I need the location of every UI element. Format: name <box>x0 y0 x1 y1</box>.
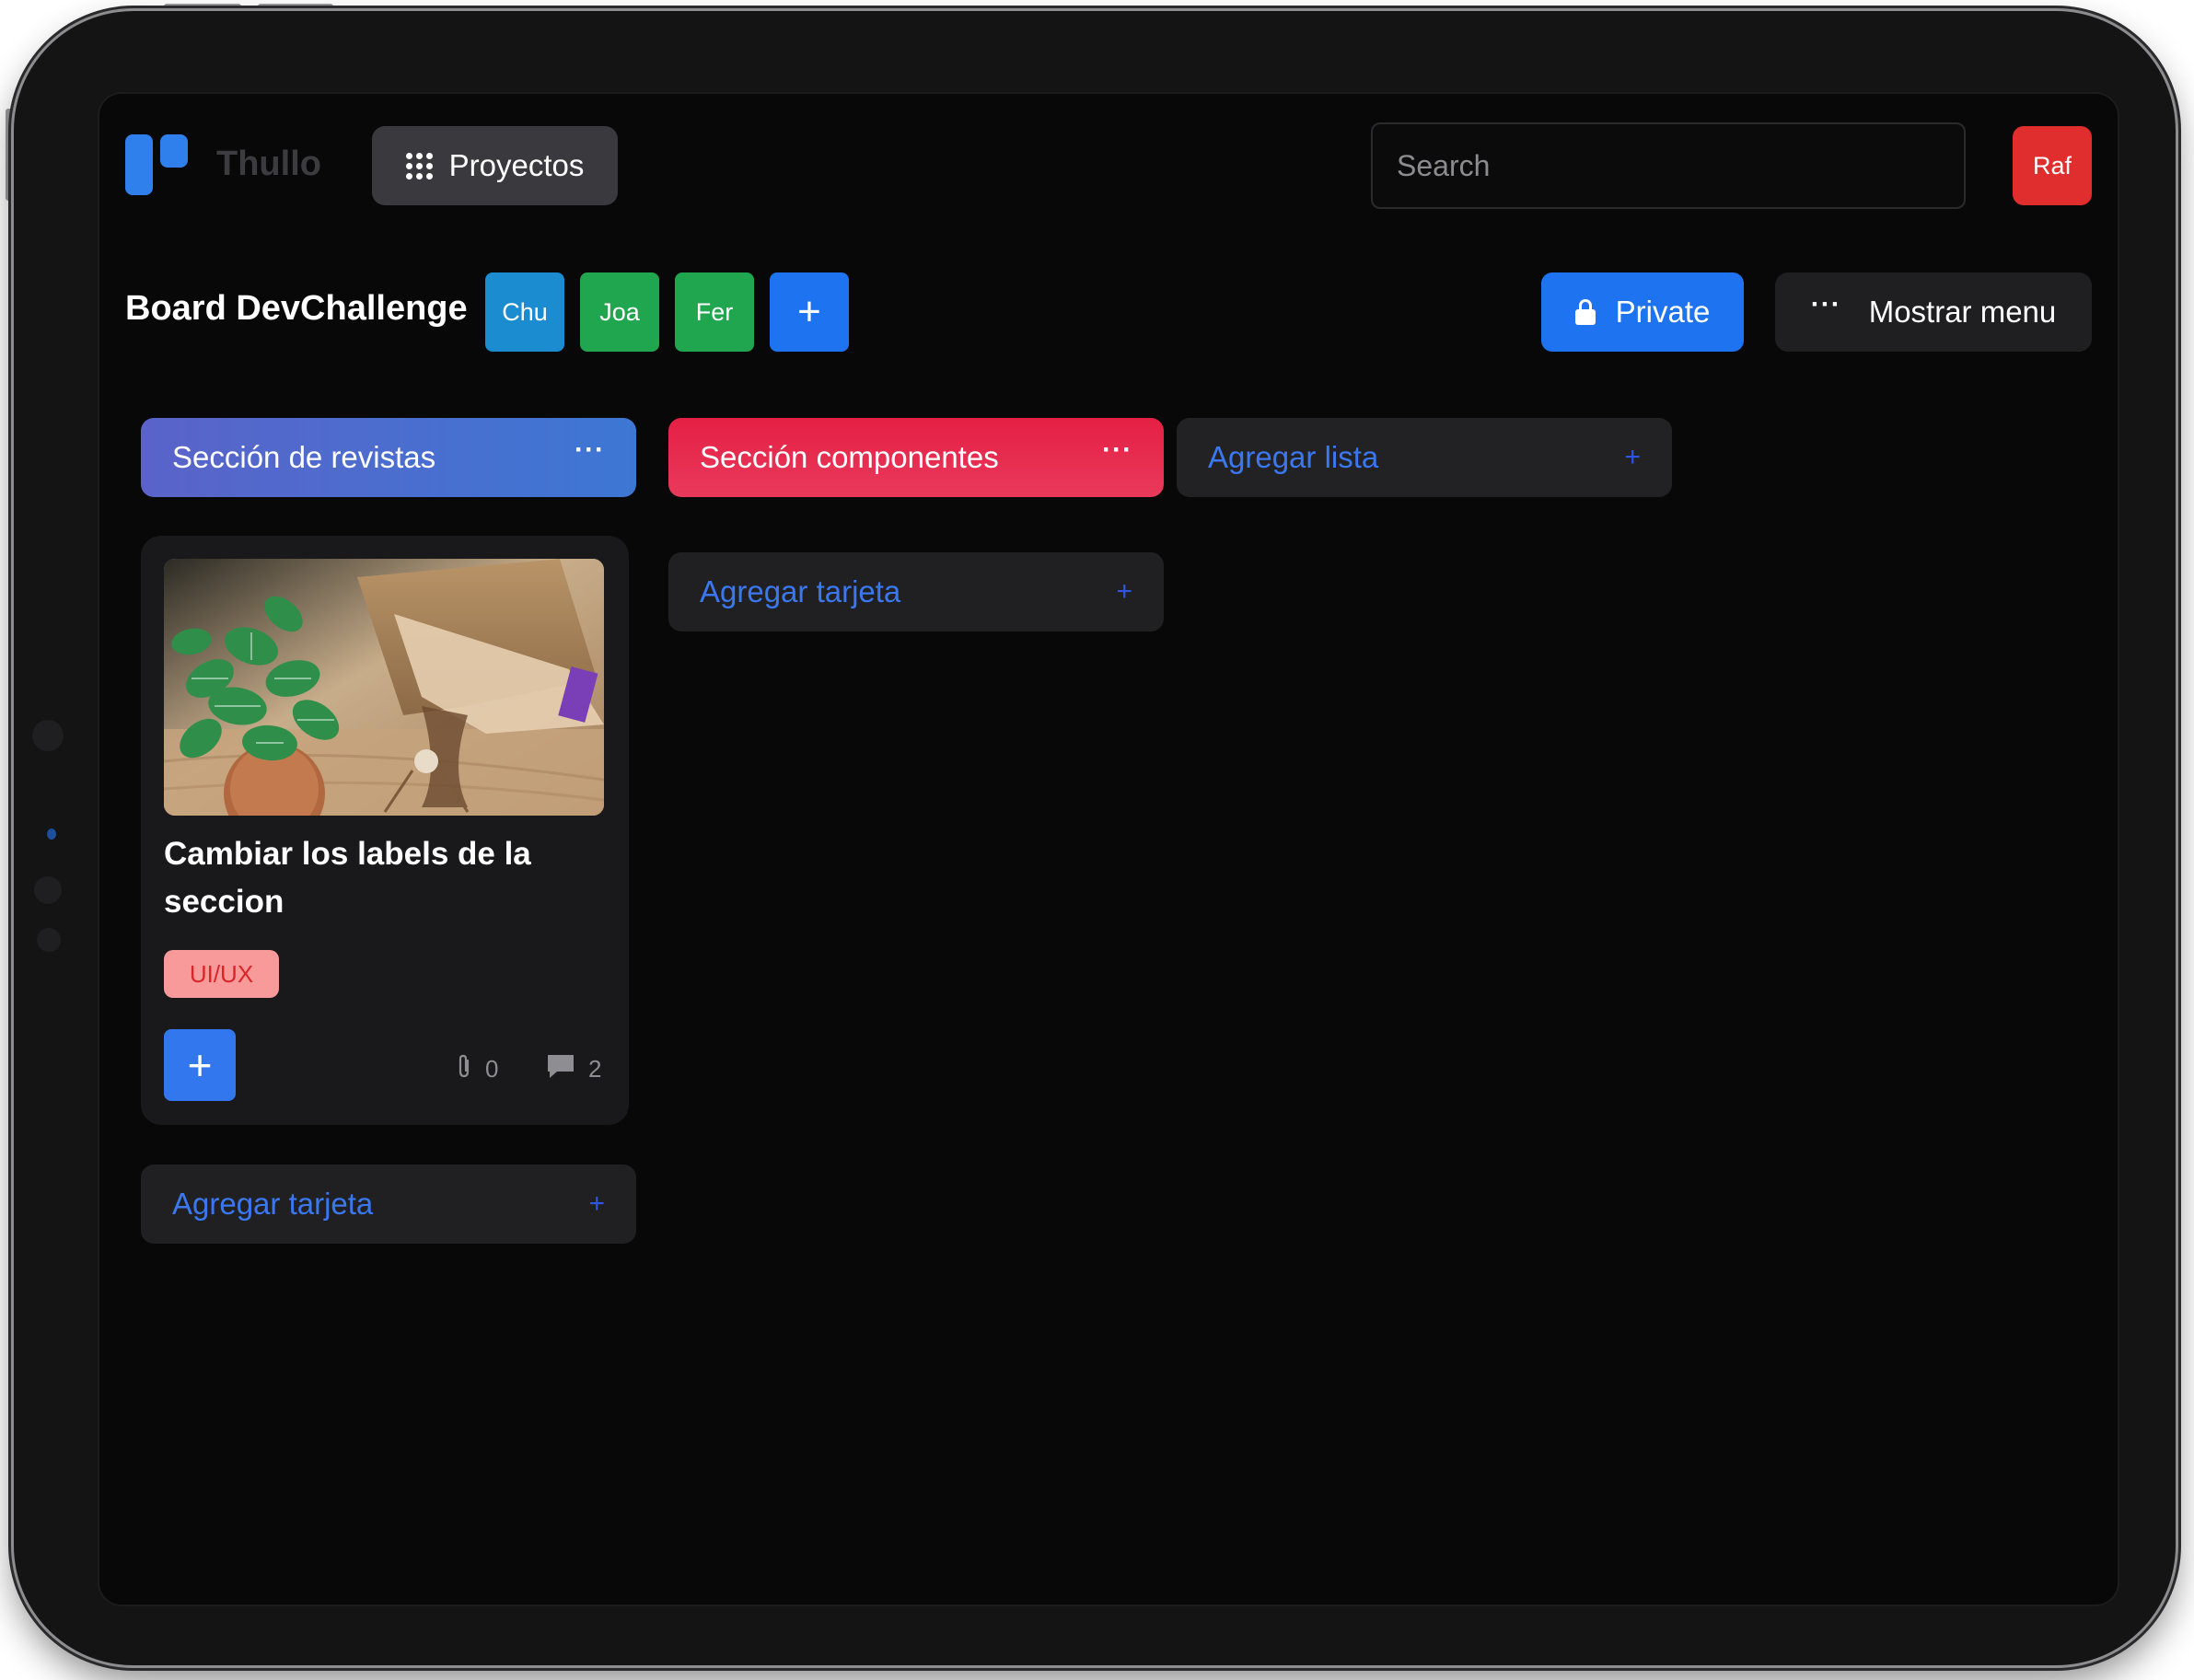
plus-icon: + <box>1624 442 1641 472</box>
card-tag-label: UI/UX <box>164 950 279 998</box>
apps-grid-icon <box>405 152 433 180</box>
add-card-button-componentes[interactable]: Agregar tarjeta + <box>668 552 1164 631</box>
tablet-frame: Thullo Proyectos Raf Board DevChallenge … <box>14 11 2176 1665</box>
camera-sensor <box>34 876 62 904</box>
card-attachments: 0 <box>456 1053 498 1085</box>
app-logo[interactable] <box>125 134 192 195</box>
list-header-componentes[interactable]: Sección componentes ··· <box>668 418 1164 497</box>
visibility-private-button[interactable]: Private <box>1541 272 1744 352</box>
user-avatar[interactable]: Raf <box>2013 126 2092 205</box>
device-side-button <box>6 109 13 201</box>
plus-icon: + <box>187 1041 213 1089</box>
add-list-label: Agregar lista <box>1208 440 1379 474</box>
list-title: Sección de revistas <box>172 440 436 474</box>
add-card-button-revistas[interactable]: Agregar tarjeta + <box>141 1164 636 1244</box>
board-title: Board DevChallenge <box>125 289 468 328</box>
list-options-icon[interactable]: ··· <box>1102 436 1132 464</box>
add-list-button[interactable]: Agregar lista + <box>1177 418 1672 497</box>
add-member-button[interactable]: + <box>770 272 849 352</box>
paperclip-icon <box>456 1053 472 1085</box>
plus-icon: + <box>1116 576 1132 607</box>
comment-count: 2 <box>588 1055 602 1083</box>
card-cover-image <box>164 559 604 816</box>
plus-icon: + <box>797 289 821 334</box>
card-comments: 2 <box>546 1053 601 1085</box>
add-card-label: Agregar tarjeta <box>700 574 901 608</box>
member-avatar-chu[interactable]: Chu <box>485 272 564 352</box>
device-volume-button <box>258 4 333 11</box>
task-card[interactable]: Cambiar los labels de la seccion UI/UX +… <box>141 536 629 1125</box>
add-card-label: Agregar tarjeta <box>172 1187 374 1221</box>
search-input[interactable] <box>1371 122 1966 209</box>
visibility-label: Private <box>1615 295 1711 329</box>
comment-icon <box>546 1053 575 1085</box>
show-menu-button[interactable]: ··· Mostrar menu <box>1775 272 2092 352</box>
list-title: Sección componentes <box>700 440 999 474</box>
plus-icon: + <box>588 1188 605 1219</box>
camera-sensor <box>37 928 61 952</box>
list-options-icon[interactable]: ··· <box>575 436 605 464</box>
more-horizontal-icon: ··· <box>1810 289 1841 319</box>
attachment-count: 0 <box>485 1055 499 1083</box>
card-title: Cambiar los labels de la seccion <box>164 836 531 920</box>
app-brand-name: Thullo <box>216 145 321 183</box>
member-avatar-fer[interactable]: Fer <box>675 272 754 352</box>
projects-button[interactable]: Proyectos <box>372 126 618 205</box>
app-screen: Thullo Proyectos Raf Board DevChallenge … <box>98 92 2119 1606</box>
device-volume-button <box>164 4 241 11</box>
projects-button-label: Proyectos <box>448 148 585 182</box>
card-add-member-button[interactable]: + <box>164 1029 236 1101</box>
lock-icon <box>1574 299 1596 325</box>
camera-sensor <box>47 828 56 840</box>
list-header-revistas[interactable]: Sección de revistas ··· <box>141 418 636 497</box>
show-menu-label: Mostrar menu <box>1868 295 2057 329</box>
camera-sensor <box>32 720 64 751</box>
member-avatar-joa[interactable]: Joa <box>580 272 659 352</box>
